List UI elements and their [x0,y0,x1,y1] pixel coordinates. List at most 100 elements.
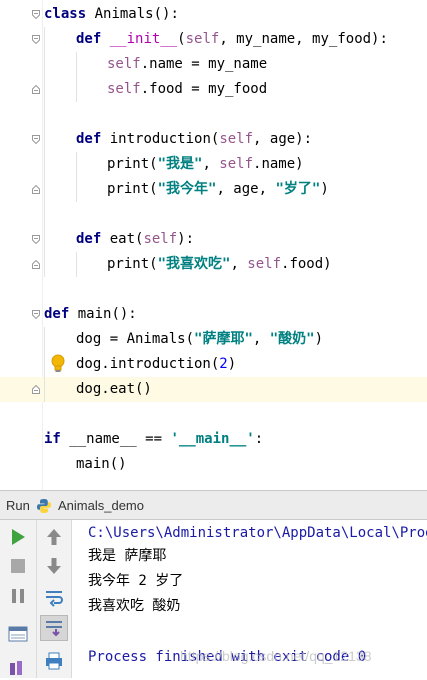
fold-open-icon[interactable] [32,10,40,19]
indent-guide [76,52,77,102]
code-line[interactable]: print("我喜欢吃", self.food) [107,252,332,277]
python-icon [37,499,51,513]
code-line[interactable]: if __name__ == '__main__': [44,427,263,452]
code-token: self [247,256,282,272]
scroll-to-end-icon[interactable] [43,617,65,639]
code-line[interactable]: def introduction(self, age): [76,127,312,152]
code-token: dog.eat() [76,381,152,397]
code-line[interactable]: def main(): [44,302,137,327]
code-token: print( [107,156,158,172]
code-token: def [44,306,70,322]
fold-close-icon[interactable] [32,185,40,194]
fold-open-icon[interactable] [32,310,40,319]
code-line[interactable]: print("我是", self.name) [107,152,304,177]
code-token: ) [227,356,237,372]
code-token: self [143,231,178,247]
code-line[interactable]: def __init__(self, my_name, my_food): [76,27,388,52]
code-token: , age, [216,181,276,197]
stop-icon[interactable] [7,555,29,577]
code-line[interactable]: dog.introduction(2) [76,352,236,377]
code-line[interactable]: dog.eat() [76,377,152,402]
code-line[interactable]: class Animals(): [44,2,179,27]
lightbulb-icon[interactable] [50,354,66,374]
console-output-line: 我喜欢吃 酸奶 [88,598,181,614]
code-token: , age): [253,131,313,147]
code-token: .food = my_food [140,81,268,97]
code-token: 2 [219,356,228,372]
code-token: self [219,156,254,172]
code-line[interactable]: self.food = my_food [107,77,267,102]
gutter-separator [42,0,43,490]
code-token: main(): [69,306,137,322]
fold-open-icon[interactable] [32,35,40,44]
code-token: .name) [253,156,304,172]
code-token: "我今年" [157,181,217,197]
code-token: "我喜欢吃" [157,256,231,272]
code-line[interactable]: main() [76,452,127,477]
fold-close-icon[interactable] [32,85,40,94]
code-token: print( [107,256,158,272]
code-token: , [202,156,220,172]
code-token: : [254,431,264,447]
code-token: ): [177,231,195,247]
code-token: '__main__' [170,431,255,447]
code-token: introduction( [101,131,220,147]
code-token: self [185,31,220,47]
code-token: dog.introduction( [76,356,220,372]
code-token: , [230,256,248,272]
fold-open-icon[interactable] [32,235,40,244]
indent-guide [76,152,77,202]
code-token: ) [314,331,324,347]
code-token: if [44,431,61,447]
run-toolbar [0,520,37,678]
watermark: https://blog.csdn.net/qq_12138 [180,648,372,664]
fold-close-icon[interactable] [32,260,40,269]
code-token: dog = Animals( [76,331,195,347]
code-token: print( [107,181,158,197]
code-line[interactable]: print("我今年", age, "岁了") [107,177,329,202]
fold-close-icon[interactable] [32,385,40,394]
code-token: "酸奶" [269,331,315,347]
indent-guide [44,27,45,277]
console-output-line: 我是 萨摩耶 [88,548,167,564]
editor-gutter[interactable] [0,0,42,490]
code-token: Animals(): [86,6,179,22]
run-tab-label[interactable]: Run [6,498,30,513]
code-token: eat( [101,231,144,247]
code-token: def [76,131,102,147]
code-line[interactable]: self.name = my_name [107,52,267,77]
code-token: ) [320,181,329,197]
rerun-icon[interactable] [7,526,29,548]
code-token: .food) [281,256,332,272]
indent-guide [76,252,77,277]
arrow-down-icon[interactable] [43,555,65,577]
pause-icon[interactable] [7,585,29,607]
code-token: .name = my_name [140,56,268,72]
code-editor[interactable]: class Animals(): def __init__(self, my_n… [0,0,427,490]
layout-icon[interactable] [7,623,29,645]
code-token: self [107,81,141,97]
code-token: "我是" [157,156,203,172]
print-icon[interactable] [43,650,65,672]
run-toolbar-secondary [37,520,72,678]
run-tool-window-header: Run Animals_demo [0,490,427,520]
current-line-highlight [0,377,427,402]
fold-open-icon[interactable] [32,135,40,144]
code-line[interactable]: dog = Animals("萨摩耶", "酸奶") [76,327,323,352]
code-token: __init__ [109,31,178,47]
code-token: "岁了" [275,181,321,197]
arrow-up-icon[interactable] [43,526,65,548]
code-token: def [76,231,102,247]
console-output-line: 我今年 2 岁了 [88,573,184,589]
console-command-line: C:\Users\Administrator\AppData\Local\Pro… [88,525,427,541]
code-line[interactable]: def eat(self): [76,227,194,252]
soft-wrap-icon[interactable] [43,586,65,608]
indent-guide [44,327,45,402]
code-token: ( [177,31,186,47]
code-token: def [76,31,102,47]
code-token: __name__ == [60,431,171,447]
code-token: self [219,131,254,147]
run-configuration-name[interactable]: Animals_demo [58,498,144,513]
python-console-icon[interactable] [7,658,29,680]
